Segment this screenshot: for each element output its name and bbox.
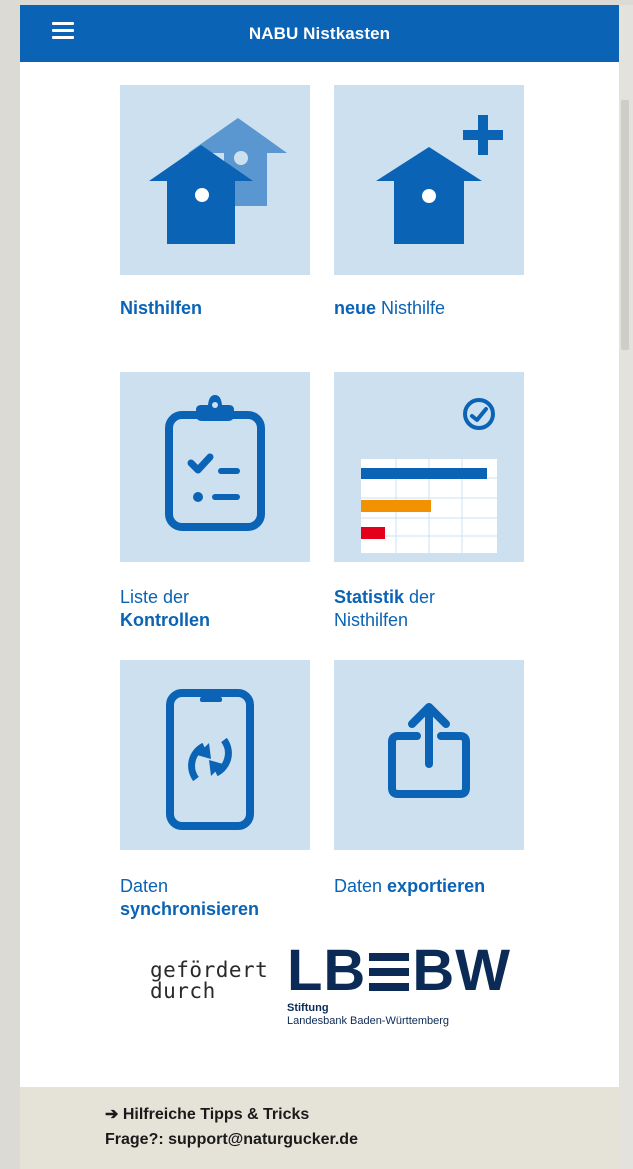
export-label[interactable]: Daten exportieren — [334, 875, 485, 898]
tips-link[interactable]: ➔ Hilfreiche Tipps & Tricks — [105, 1104, 309, 1124]
chart-bar-orange — [361, 500, 431, 512]
nisthilfen-tile[interactable] — [120, 85, 310, 275]
house-plus-icon — [376, 115, 503, 244]
statistik-label[interactable]: Statistik der Nisthilfen — [334, 586, 435, 632]
statistics-chart-icon — [361, 398, 497, 553]
houses-icon — [149, 118, 287, 244]
chart-bar-blue — [361, 468, 487, 479]
sync-tile[interactable] — [120, 660, 310, 850]
chart-bar-red — [361, 527, 385, 539]
phone-sync-icon — [166, 689, 254, 830]
kontrollen-label[interactable]: Liste der Kontrollen — [120, 586, 210, 632]
lbbw-logo: LB BW — [287, 938, 511, 1003]
neue-nisthilfe-tile[interactable] — [334, 85, 524, 275]
clipboard-checklist-icon — [165, 395, 265, 531]
nisthilfen-label[interactable]: Nisthilfen — [120, 297, 202, 320]
statistik-tile[interactable] — [334, 372, 524, 562]
sponsor-block: gefördert durch LB BW Stiftung Landesban… — [140, 940, 540, 1030]
support-contact[interactable]: Frage?: support@naturgucker.de — [105, 1131, 358, 1149]
app-screen: NABU Nistkasten Nisthilfen neue Nisthilf… — [20, 5, 619, 1169]
lbbw-equals-mark — [369, 953, 410, 991]
lbbw-stiftung: Stiftung Landesbank Baden-Württemberg — [287, 1002, 450, 1027]
footer: ➔ Hilfreiche Tipps & Tricks Frage?: supp… — [20, 1087, 619, 1169]
neue-nisthilfe-label[interactable]: neue Nisthilfe — [334, 297, 445, 320]
export-icon — [388, 703, 470, 798]
sponsor-text: gefördert durch — [150, 958, 269, 1003]
export-tile[interactable] — [334, 660, 524, 850]
app-bar: NABU Nistkasten — [20, 5, 619, 62]
kontrollen-tile[interactable] — [120, 372, 310, 562]
app-title: NABU Nistkasten — [248, 24, 391, 43]
scrollbar-thumb[interactable] — [621, 100, 629, 350]
sync-label[interactable]: Daten synchronisieren — [120, 875, 259, 921]
